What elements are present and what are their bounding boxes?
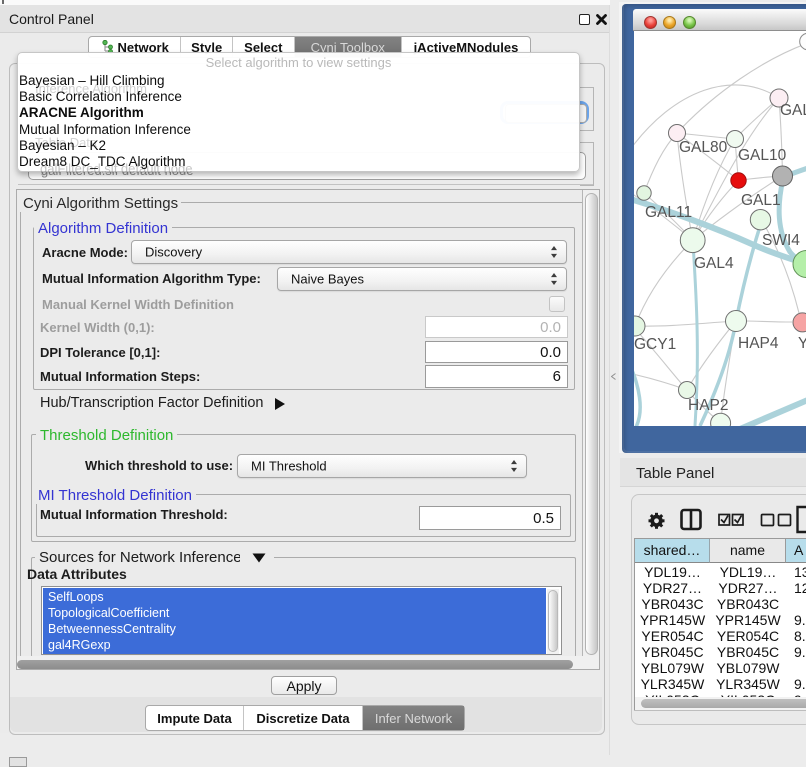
svg-text:GCY1: GCY1 (634, 336, 676, 353)
svg-text:HAP2: HAP2 (688, 397, 729, 414)
svg-text:GAL80: GAL80 (679, 139, 728, 156)
svg-text:HAP4: HAP4 (738, 335, 779, 352)
svg-text:Y: Y (798, 335, 806, 352)
svg-text:GAL: GAL (780, 102, 806, 119)
svg-text:SWI4: SWI4 (762, 232, 800, 249)
svg-text:GAL10: GAL10 (738, 147, 787, 164)
svg-text:GAL11: GAL11 (645, 204, 692, 221)
svg-text:GAL4: GAL4 (694, 255, 734, 272)
svg-text:GAL1: GAL1 (741, 192, 781, 209)
